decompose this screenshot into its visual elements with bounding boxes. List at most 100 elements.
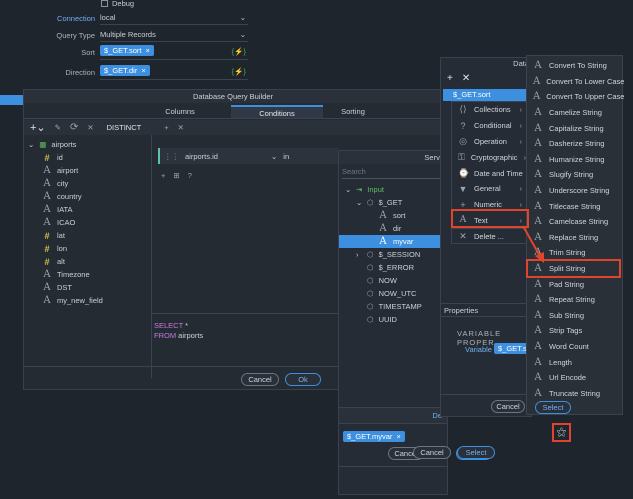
tree-item[interactable]: ⬡ NOW [339,274,449,287]
field-item[interactable]: # lon [28,242,146,255]
dynamic-data-icon[interactable]: {⚡} [232,67,246,76]
close-icon[interactable]: ✕ [462,73,470,84]
direction-field[interactable]: $_GET.dir × {⚡} [100,65,248,80]
text-menu-item-label: Convert To String [549,61,607,71]
text-menu-item[interactable]: A Repeat String [527,292,622,308]
connection-select[interactable]: local ⌄ [100,13,248,25]
field-item[interactable]: # lat [28,229,146,242]
edit-icon[interactable]: ✎ [55,123,61,132]
selected-formatter-item[interactable]: $_GET.sort [443,89,529,101]
query-type-select[interactable]: Multiple Records ⌄ [100,30,248,42]
text-menu-item[interactable]: A Word Count [527,339,622,355]
text-menu-item-label: Url Encode [549,373,587,383]
add-icon[interactable]: + [447,73,453,84]
distinct-label[interactable]: DISTINCT [107,123,142,132]
magic-wand-icon[interactable]: ⚝ [552,423,571,442]
text-menu-item[interactable]: A Pad String [527,276,622,292]
condition-operator[interactable]: in [283,152,289,161]
search-input[interactable]: Search [342,167,444,179]
server-cancel-button[interactable]: Cancel [413,446,451,459]
field-item[interactable]: A IATA [28,203,146,216]
ok-button[interactable]: Ok [285,373,321,386]
direction-tag[interactable]: $_GET.dir × [100,65,150,76]
field-item[interactable]: # alt [28,255,146,268]
field-item[interactable]: Acity [28,177,146,190]
menu-item-general[interactable]: ▼ General › [452,181,527,197]
tab-sorting[interactable]: Sorting [323,105,383,118]
close-icon[interactable]: × [146,46,150,55]
text-menu-item[interactable]: A Camelize String [527,105,622,121]
condition-field[interactable]: airports.id [185,152,265,161]
text-menu-item[interactable]: A Strip Tags [527,323,622,339]
table-node[interactable]: ⌄ ▦ airports [28,138,146,151]
field-item[interactable]: Amy_new_field [28,294,146,307]
text-menu-item[interactable]: A Length [527,354,622,370]
tree-item[interactable]: ⬡ UUID [339,313,449,326]
field-name: alt [57,257,65,266]
menu-item-date-and-time[interactable]: ⌚Date and Time› [452,165,531,181]
tree-item[interactable]: Amyvar [339,235,449,248]
folder-icon[interactable]: ⊞ [173,171,179,180]
field-item[interactable]: A ICAO [28,216,146,229]
add-icon[interactable]: + [161,171,165,180]
chevron-down-icon[interactable]: ⌄ [356,198,362,207]
text-menu-item[interactable]: A Truncate String [527,385,622,401]
field-item[interactable]: A DST [28,281,146,294]
tree-item[interactable]: Adir [339,222,449,235]
condition-actions: + ⊞? [161,171,192,180]
drag-handle-icon[interactable]: ⋮⋮ [164,152,179,161]
tree-item[interactable]: ⌄ ⬡ $_GET [339,196,449,209]
add-condition-icon[interactable]: + [164,123,168,132]
menu-item-collections[interactable]: ⟨⟩ Collections › [452,102,527,118]
tree-item[interactable]: ⬡ $_ERROR [339,261,449,274]
chevron-down-icon[interactable]: ⌄ [345,185,351,194]
tree-item[interactable]: Asort [339,209,449,222]
text-menu-item[interactable]: A Convert To Lower Case [527,74,624,90]
help-icon[interactable]: ? [188,171,192,180]
tab-columns[interactable]: Columns [129,105,231,118]
chevron-right-icon[interactable]: › [356,250,362,259]
condition-row[interactable]: ⋮⋮ airports.id ⌄ in [158,148,338,164]
close-icon[interactable]: × [396,432,400,441]
text-menu-item[interactable]: A Sub String [527,308,622,324]
field-item[interactable]: Aairport [28,164,146,177]
text-menu-item[interactable]: A Convert To String [527,58,622,74]
menu-item-delete[interactable]: ✕ Delete ... [452,228,527,244]
server-select-button[interactable]: Select [457,446,495,459]
close-icon[interactable]: ✕ [87,123,93,132]
field-item[interactable]: Acountry [28,190,146,203]
sort-tag[interactable]: $_GET.sort × [100,45,154,56]
text-menu-item[interactable]: A Titlecase String [527,198,622,214]
text-menu-item[interactable]: A Slugify String [527,167,622,183]
tab-conditions[interactable]: Conditions [231,105,323,118]
menu-item-conditional[interactable]: ? Conditional › [452,118,527,134]
text-menu-select-button[interactable]: Select [535,401,571,414]
tree-item[interactable]: › ⬡ $_SESSION [339,248,449,261]
dynamic-data-icon[interactable]: {⚡} [232,47,246,56]
menu-item-cryptographic[interactable]: ⚿ Cryptographic › [452,149,527,165]
expression-tag[interactable]: $_GET.myvar × [343,431,405,442]
field-item[interactable]: # id [28,151,146,164]
add-icon[interactable]: +⌄ [30,121,46,134]
tree-item[interactable]: ⬡ NOW_UTC [339,287,449,300]
text-menu-item[interactable]: A Url Encode [527,370,622,386]
tree-item[interactable]: ⌄ ⇥ Input [339,183,449,196]
refresh-icon[interactable]: ⟳ [70,122,78,133]
text-type-icon: A [43,295,51,306]
menu-item-operation[interactable]: ◎ Operation › [452,134,527,150]
debug-checkbox[interactable] [101,0,108,7]
menu-icon: ? [460,120,466,131]
remove-icon[interactable]: ✕ [178,123,184,132]
text-menu-item[interactable]: A Convert To Upper Case [527,89,624,105]
cancel-button[interactable]: Cancel [241,373,279,386]
text-menu-item[interactable]: A Dasherize String [527,136,622,152]
cancel-button[interactable]: Cancel [491,400,525,413]
tree-item[interactable]: ⬡ TIMESTAMP [339,300,449,313]
text-menu-item[interactable]: A Underscore String [527,183,622,199]
close-icon[interactable]: × [141,66,145,75]
expression-field[interactable]: $_GET.myvar × [343,431,405,442]
text-menu-item[interactable]: A Humanize String [527,152,622,168]
field-item[interactable]: A Timezone [28,268,146,281]
text-menu-item[interactable]: A Capitalize String [527,120,622,136]
sort-field[interactable]: $_GET.sort × {⚡} [100,45,248,60]
